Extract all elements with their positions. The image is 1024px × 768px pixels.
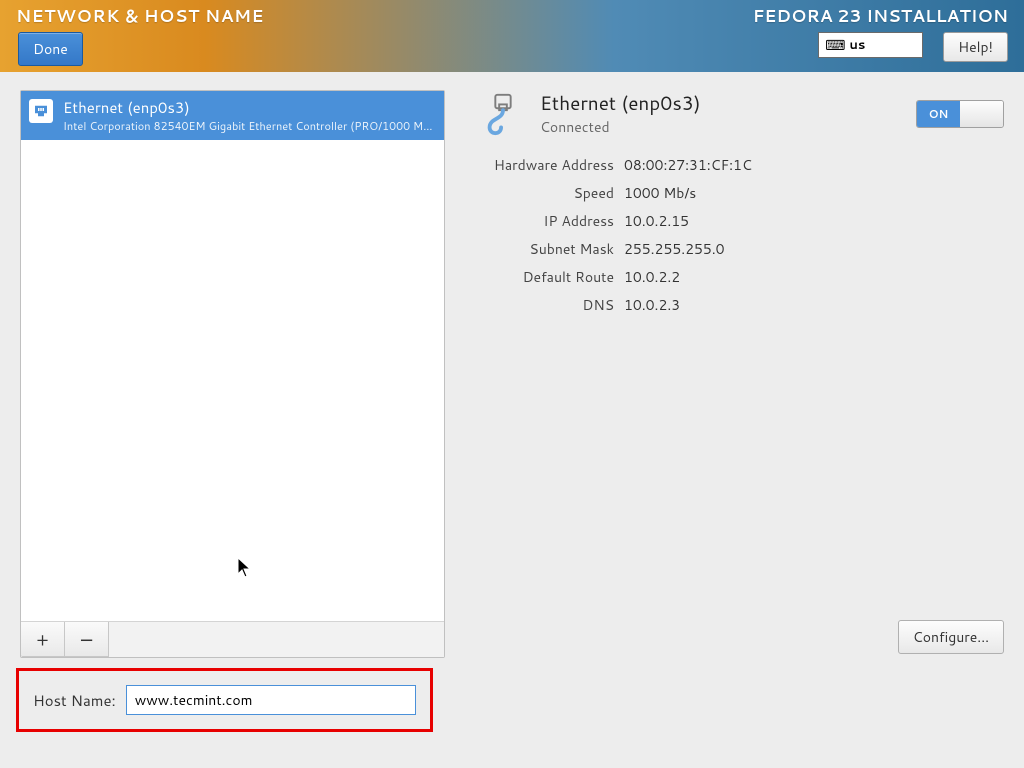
topbar: NETWORK & HOST NAME FEDORA 23 INSTALLATI…: [0, 0, 1024, 72]
toggle-off-side: [960, 101, 1003, 127]
remove-interface-button[interactable]: −: [65, 622, 109, 657]
interface-detail-name: Ethernet (enp0s3): [540, 90, 701, 117]
interface-toggle[interactable]: ON: [916, 100, 1004, 128]
hostname-label: Host Name:: [33, 690, 116, 711]
hostname-section: Host Name:: [16, 668, 433, 732]
installer-title: FEDORA 23 INSTALLATION: [753, 4, 1008, 28]
interface-item-description: Intel Corporation 82540EM Gigabit Ethern…: [63, 118, 436, 134]
ethernet-cable-icon: [480, 91, 526, 137]
interface-item-ethernet[interactable]: Ethernet (enp0s3) Intel Corporation 8254…: [21, 91, 444, 140]
interface-list-panel: Ethernet (enp0s3) Intel Corporation 8254…: [20, 90, 445, 658]
row-subnet-mask: Subnet Mask 255.255.255.0: [480, 239, 1004, 259]
toggle-on-label: ON: [917, 101, 960, 127]
add-interface-button[interactable]: +: [21, 622, 65, 657]
interface-list: Ethernet (enp0s3) Intel Corporation 8254…: [21, 91, 444, 621]
hostname-input[interactable]: [126, 685, 416, 715]
interface-list-toolbar: + −: [21, 621, 444, 657]
keyboard-icon: ⌨: [825, 35, 845, 55]
row-dns: DNS 10.0.2.3: [480, 295, 1004, 315]
keyboard-layout-code: us: [849, 36, 865, 54]
interface-properties: Hardware Address 08:00:27:31:CF:1C Speed…: [480, 155, 1004, 315]
row-default-route: Default Route 10.0.2.2: [480, 267, 1004, 287]
row-ip-address: IP Address 10.0.2.15: [480, 211, 1004, 231]
interface-detail-status: Connected: [540, 117, 701, 137]
help-button[interactable]: Help!: [943, 32, 1008, 62]
row-speed: Speed 1000 Mb/s: [480, 183, 1004, 203]
done-button[interactable]: Done: [18, 32, 83, 66]
ethernet-icon: [29, 99, 53, 123]
configure-button[interactable]: Configure...: [898, 620, 1004, 654]
keyboard-layout-selector[interactable]: ⌨ us: [818, 32, 923, 58]
page-title: NETWORK & HOST NAME: [16, 4, 264, 28]
row-hardware-address: Hardware Address 08:00:27:31:CF:1C: [480, 155, 1004, 175]
interface-item-title: Ethernet (enp0s3): [63, 97, 436, 118]
